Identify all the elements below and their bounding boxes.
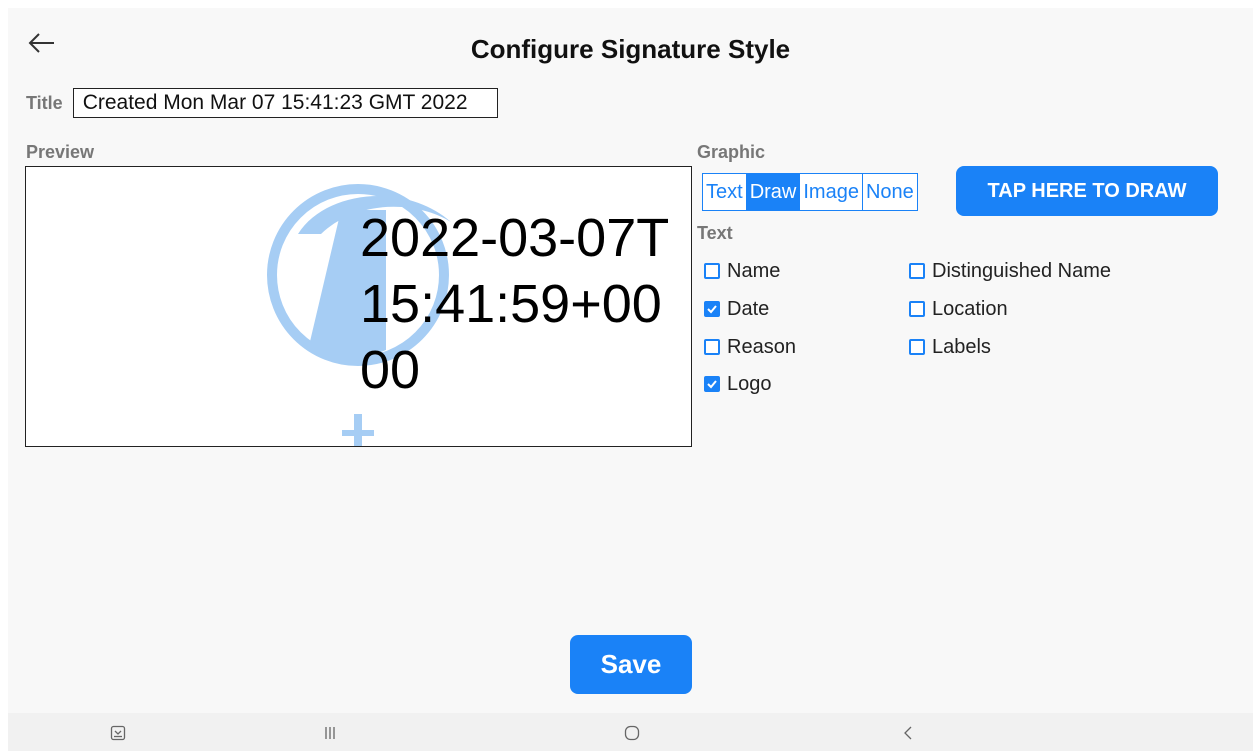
title-row: Title [26,88,498,118]
checkbox-distinguished-name[interactable]: Distinguished Name [909,258,1111,284]
graphic-label: Graphic [697,142,766,162]
checkbox-label: Date [727,297,770,320]
checkbox-checked-icon [704,301,720,317]
screenshot-icon[interactable] [108,721,128,745]
checkbox-label: Labels [932,335,991,358]
checkbox-checked-icon [704,376,720,392]
title-label: Title [26,92,63,113]
checkbox-location[interactable]: Location [909,296,1008,322]
checkbox-logo[interactable]: Logo [704,371,772,397]
checkbox-label: Distinguished Name [932,259,1111,282]
save-button[interactable]: Save [570,635,692,694]
checkbox-label: Location [932,297,1008,320]
preview-signature-text: 2022-03-07T15:41:59+0000 [360,208,670,400]
chevron-left-icon[interactable] [898,721,918,745]
checkbox-icon [909,301,925,317]
checkbox-icon [909,339,925,355]
text-section-label: Text [697,223,733,243]
graphic-option-text[interactable]: Text [702,173,747,211]
top-bar: Configure Signature Style [8,8,1253,88]
checkbox-reason[interactable]: Reason [704,334,796,360]
graphic-mode-selector: Text Draw Image None [702,173,918,211]
checkbox-icon [704,339,720,355]
home-circle-icon[interactable] [622,721,642,745]
checkbox-label: Name [727,259,781,282]
checkbox-labels[interactable]: Labels [909,334,991,360]
page-title: Configure Signature Style [470,34,791,64]
checkbox-name[interactable]: Name [704,258,780,284]
checkbox-label: Reason [727,335,796,358]
preview-label: Preview [26,142,95,162]
graphic-option-draw[interactable]: Draw [746,173,801,211]
tap-to-draw-button[interactable]: TAP HERE TO DRAW [956,166,1218,216]
graphic-option-none[interactable]: None [862,173,918,211]
graphic-option-image[interactable]: Image [800,173,863,211]
checkbox-date[interactable]: Date [704,296,769,322]
signature-preview: 2022-03-07T15:41:59+0000 [25,166,692,447]
checkbox-icon [704,263,720,279]
checkbox-icon [909,263,925,279]
checkbox-label: Logo [727,372,772,395]
title-input[interactable] [72,88,498,118]
system-nav-bar [8,713,1253,751]
recents-lines-icon[interactable] [320,721,340,745]
